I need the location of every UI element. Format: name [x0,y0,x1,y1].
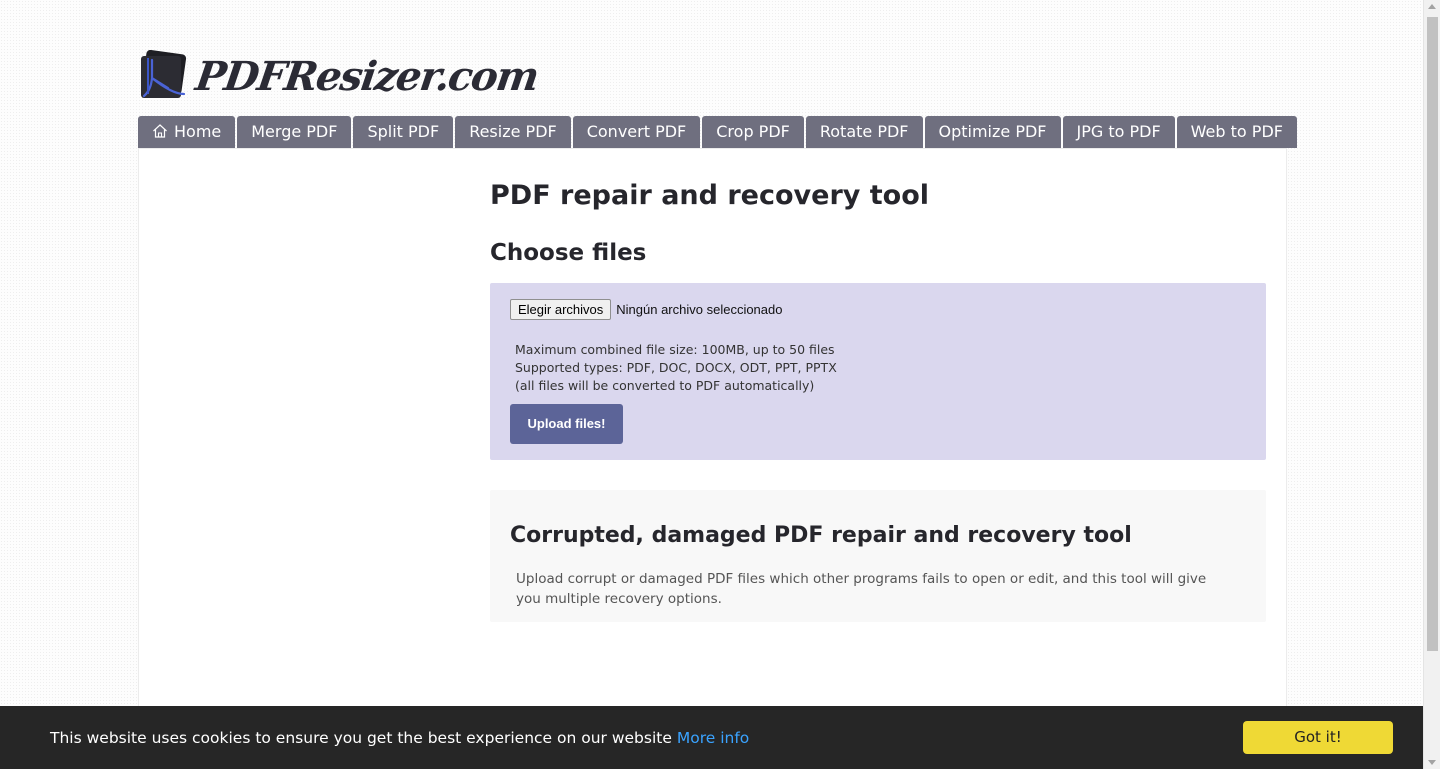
nav-tab-jpg-to-pdf[interactable]: JPG to PDF [1062,116,1175,148]
description-text: Upload corrupt or damaged PDF files whic… [516,571,1207,607]
upload-limits: Maximum combined file size: 100MB, up to… [515,341,837,395]
limit-conversion-note: (all files will be converted to PDF auto… [515,378,815,393]
limit-types: Supported types: PDF, DOC, DOCX, ODT, PP… [515,360,837,375]
nav-tab-label: JPG to PDF [1076,122,1161,141]
nav-tab-label: Convert PDF [586,122,687,141]
nav-tab-rotate-pdf[interactable]: Rotate PDF [805,116,923,148]
home-icon [153,123,167,138]
scroll-up-arrow-icon[interactable] [1428,4,1436,9]
nav-tab-label: Split PDF [367,122,440,141]
scrollbar-thumb[interactable] [1427,17,1438,651]
file-input[interactable]: Elegir archivos Ningún archivo seleccion… [510,299,782,320]
site-logo[interactable]: PDFResizer.com [138,50,541,102]
nav-tab-label: Merge PDF [251,122,338,141]
nav-tab-label: Home [174,122,222,141]
nav-tab-label: Rotate PDF [819,122,909,141]
more-info-link[interactable]: More info [677,729,749,747]
cookie-message-text: This website uses cookies to ensure you … [50,729,672,747]
file-status-text: Ningún archivo seleccionado [616,302,783,317]
upload-files-button[interactable]: Upload files! [510,404,623,444]
page-title: PDF repair and recovery tool [490,180,930,211]
choose-files-heading: Choose files [490,240,647,266]
nav-tab-merge-pdf[interactable]: Merge PDF [237,116,352,148]
vertical-scrollbar[interactable] [1423,0,1440,769]
cookie-banner: This website uses cookies to ensure you … [0,706,1423,769]
nav-tab-home[interactable]: Home [138,116,236,148]
brand-name: PDFResizer.com [192,52,541,100]
choose-files-button[interactable]: Elegir archivos [510,299,612,320]
cookie-accept-button[interactable]: Got it! [1243,721,1393,754]
limit-size: Maximum combined file size: 100MB, up to… [515,342,835,357]
nav-tab-label: Optimize PDF [938,122,1047,141]
nav-tab-label: Crop PDF [716,122,790,141]
description-title: Corrupted, damaged PDF repair and recove… [510,523,1132,548]
nav-tab-convert-pdf[interactable]: Convert PDF [572,116,701,148]
main-navigation: Home Merge PDF Split PDF Resize PDF Conv… [138,116,1299,148]
nav-tab-resize-pdf[interactable]: Resize PDF [455,116,571,148]
upload-form: Elegir archivos Ningún archivo seleccion… [490,283,1266,460]
cookie-message: This website uses cookies to ensure you … [50,729,749,747]
nav-tab-web-to-pdf[interactable]: Web to PDF [1176,116,1297,148]
nav-tab-crop-pdf[interactable]: Crop PDF [702,116,804,148]
acrobat-logo-icon [141,50,187,98]
scroll-down-arrow-icon[interactable] [1428,760,1436,765]
nav-tab-label: Web to PDF [1190,122,1283,141]
nav-tab-optimize-pdf[interactable]: Optimize PDF [924,116,1061,148]
nav-tab-split-pdf[interactable]: Split PDF [353,116,454,148]
nav-tab-label: Resize PDF [469,122,557,141]
tool-description: Corrupted, damaged PDF repair and recove… [490,490,1266,622]
